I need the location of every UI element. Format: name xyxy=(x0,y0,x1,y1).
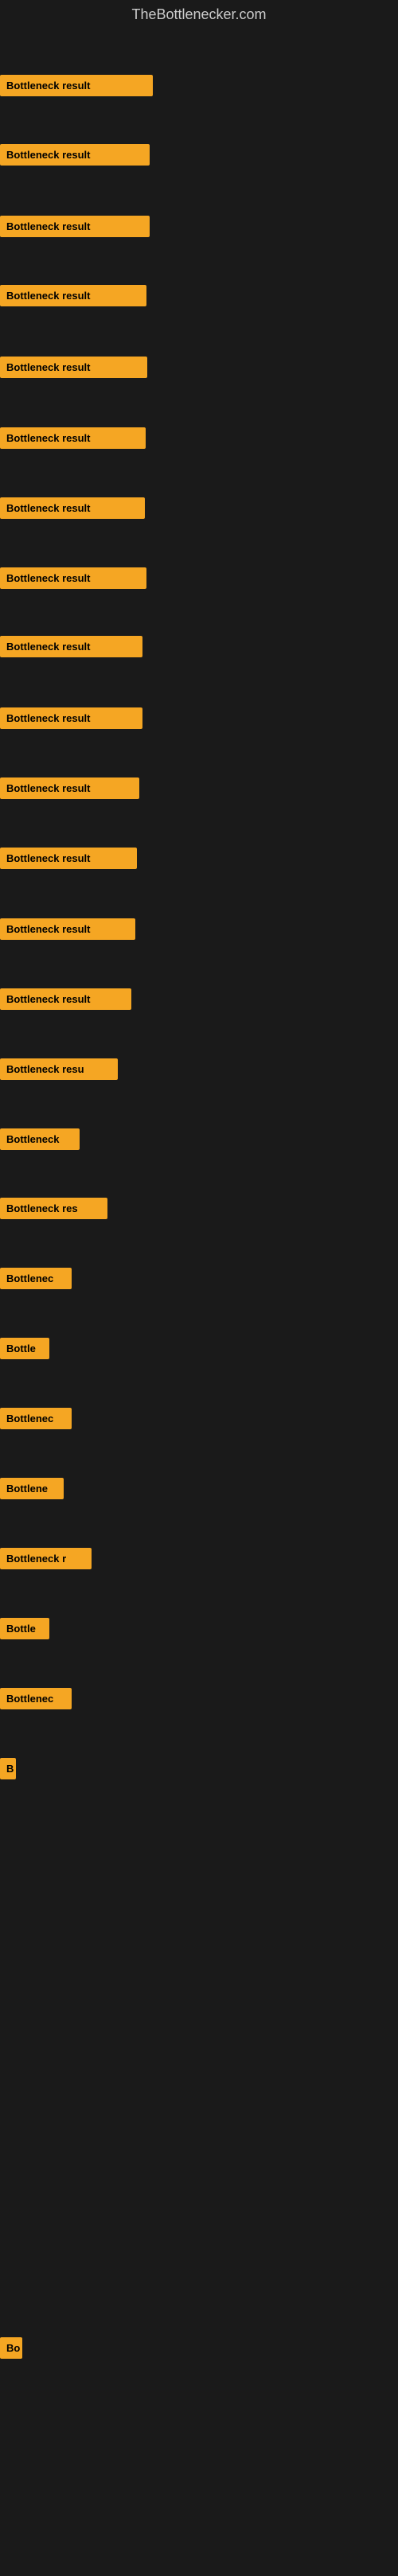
bottleneck-result-item[interactable]: Bottleneck result xyxy=(0,427,146,449)
bottleneck-result-item[interactable]: Bottle xyxy=(0,1618,49,1639)
bottleneck-result-item[interactable]: Bottleneck result xyxy=(0,144,150,166)
bottleneck-result-item[interactable]: Bottleneck resu xyxy=(0,1058,118,1080)
bottleneck-result-item[interactable]: B xyxy=(0,1758,16,1779)
bottleneck-result-item[interactable]: Bottleneck result xyxy=(0,567,146,589)
bottleneck-result-item[interactable]: Bottleneck result xyxy=(0,216,150,237)
bottleneck-result-item[interactable]: Bo xyxy=(0,2337,22,2359)
bottleneck-result-item[interactable]: Bottlenec xyxy=(0,1408,72,1429)
site-title: TheBottlenecker.com xyxy=(0,0,398,29)
bottleneck-result-item[interactable]: Bottlenec xyxy=(0,1688,72,1709)
bottleneck-result-item[interactable]: Bottleneck result xyxy=(0,918,135,940)
bottleneck-result-item[interactable]: Bottleneck res xyxy=(0,1198,107,1219)
bottleneck-result-item[interactable]: Bottlene xyxy=(0,1478,64,1499)
bottleneck-result-item[interactable]: Bottleneck xyxy=(0,1128,80,1150)
bottleneck-result-item[interactable]: Bottleneck result xyxy=(0,848,137,869)
bottleneck-result-item[interactable]: Bottleneck result xyxy=(0,497,145,519)
bottleneck-result-item[interactable]: Bottleneck result xyxy=(0,707,142,729)
bottleneck-result-item[interactable]: Bottleneck result xyxy=(0,285,146,306)
bottleneck-result-item[interactable]: Bottleneck result xyxy=(0,777,139,799)
bottleneck-result-item[interactable]: Bottleneck result xyxy=(0,357,147,378)
bottleneck-result-item[interactable]: Bottleneck result xyxy=(0,75,153,96)
bottleneck-result-item[interactable]: Bottlenec xyxy=(0,1268,72,1289)
bottleneck-result-item[interactable]: Bottleneck result xyxy=(0,636,142,657)
bottleneck-result-item[interactable]: Bottle xyxy=(0,1338,49,1359)
bottleneck-result-item[interactable]: Bottleneck r xyxy=(0,1548,92,1569)
bottleneck-result-item[interactable]: Bottleneck result xyxy=(0,988,131,1010)
